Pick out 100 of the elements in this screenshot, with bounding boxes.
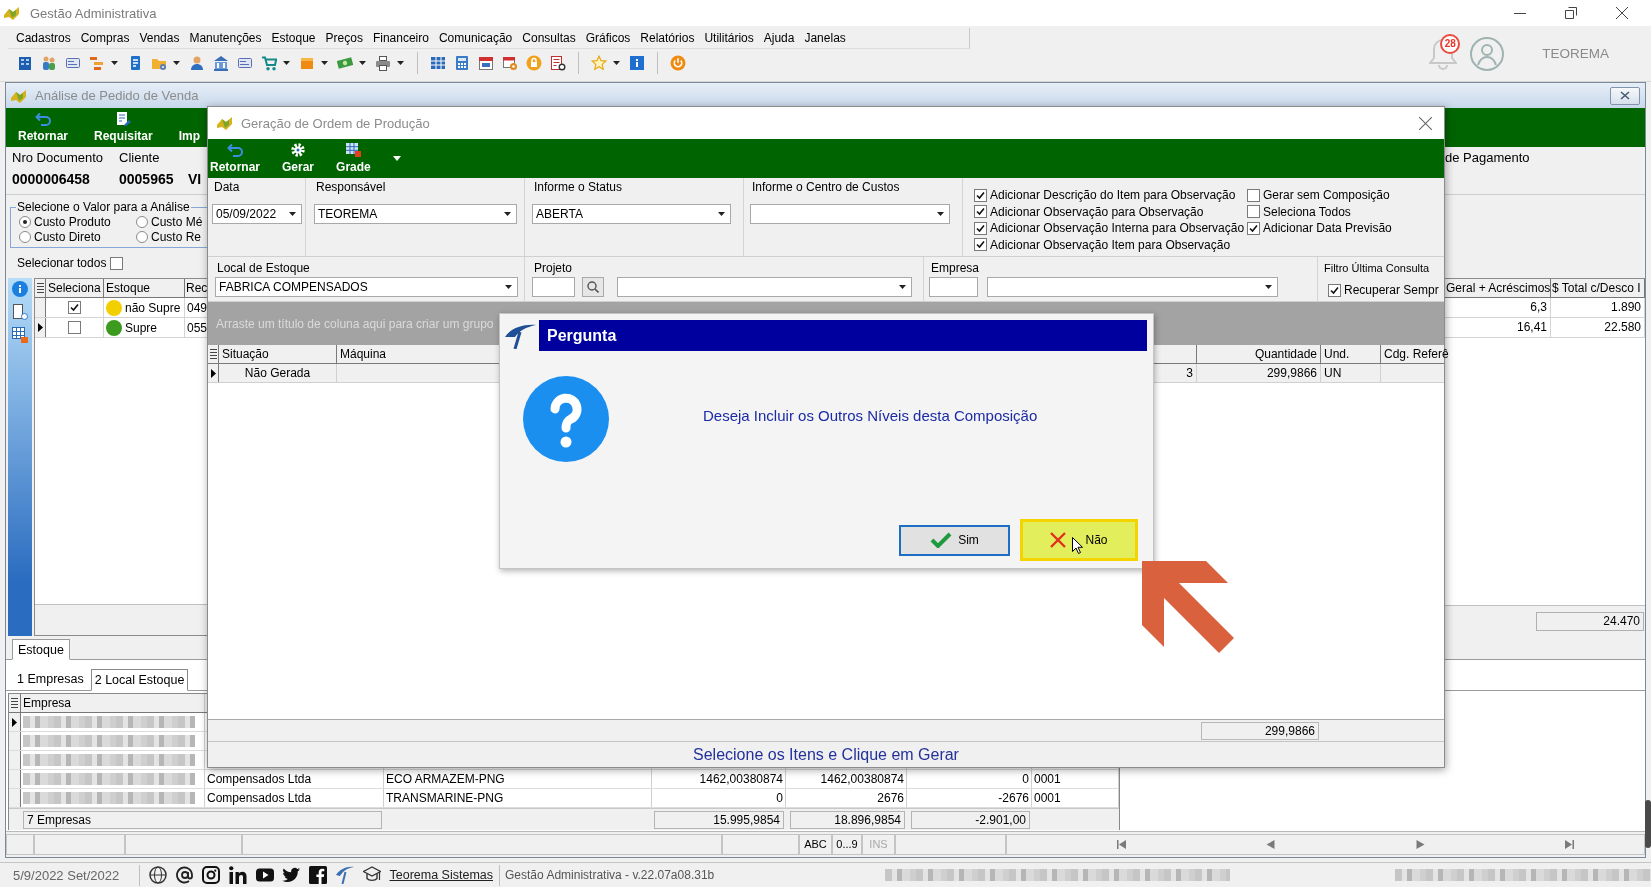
tab[interactable]: 2 Local Estoque bbox=[90, 669, 189, 691]
checkbox[interactable] bbox=[1247, 221, 1260, 235]
list-icon[interactable] bbox=[36, 283, 44, 293]
dropdown-field[interactable]: TEOREMA bbox=[314, 204, 517, 224]
caret-icon[interactable] bbox=[613, 61, 620, 65]
menu-item[interactable]: Estoque bbox=[271, 30, 316, 46]
menu-item[interactable]: Compras bbox=[80, 30, 130, 46]
dropdown-field[interactable] bbox=[987, 277, 1278, 297]
toolbar-button[interactable]: Retornar bbox=[210, 143, 260, 174]
next-icon[interactable] bbox=[1415, 840, 1425, 849]
checkbox[interactable] bbox=[110, 256, 124, 270]
info-icon[interactable] bbox=[12, 281, 28, 297]
list-icon[interactable] bbox=[209, 349, 217, 359]
facebook-icon[interactable] bbox=[309, 866, 328, 884]
checkbox[interactable] bbox=[1328, 283, 1341, 297]
toolbar-button[interactable]: Retornar bbox=[18, 112, 68, 143]
youtube-icon[interactable] bbox=[255, 866, 274, 884]
star-icon[interactable] bbox=[591, 55, 607, 71]
checkbox[interactable] bbox=[974, 221, 987, 235]
scrollbar-thumb[interactable] bbox=[1645, 800, 1651, 848]
caret-icon[interactable] bbox=[899, 285, 906, 289]
people-icon[interactable] bbox=[41, 55, 57, 71]
radio-button[interactable] bbox=[136, 230, 148, 243]
menu-item[interactable]: Relatórios bbox=[640, 30, 695, 46]
money-icon[interactable] bbox=[337, 55, 353, 71]
caret-icon[interactable] bbox=[504, 212, 511, 216]
dropdown-field[interactable]: 05/09/2022 bbox=[212, 204, 302, 224]
radio-button[interactable] bbox=[19, 230, 31, 243]
caret-icon[interactable] bbox=[289, 212, 296, 216]
bank-icon[interactable] bbox=[213, 55, 229, 71]
caret-icon[interactable] bbox=[397, 61, 404, 65]
minimize-icon[interactable] bbox=[1514, 12, 1526, 14]
card-icon[interactable] bbox=[65, 55, 81, 71]
twitter-icon[interactable] bbox=[282, 866, 301, 884]
checkbox[interactable] bbox=[1247, 205, 1260, 219]
radio-button[interactable] bbox=[136, 215, 148, 228]
printer-icon[interactable] bbox=[375, 55, 391, 71]
last-page-icon[interactable] bbox=[1564, 840, 1574, 849]
grid-icon[interactable] bbox=[430, 55, 446, 71]
dropdown-field[interactable]: FABRICA COMPENSADOS bbox=[215, 277, 518, 297]
dropdown-field[interactable] bbox=[617, 277, 912, 297]
menu-item[interactable]: Preços bbox=[325, 30, 363, 46]
menu-item[interactable]: Janelas bbox=[804, 30, 846, 46]
instagram-icon[interactable] bbox=[202, 866, 221, 884]
at-sign-icon[interactable] bbox=[175, 866, 194, 884]
menu-item[interactable]: Vendas bbox=[139, 30, 180, 46]
close-icon[interactable] bbox=[1616, 7, 1628, 19]
menu-item[interactable]: Consultas bbox=[522, 30, 576, 46]
previous-icon[interactable] bbox=[1266, 840, 1276, 849]
checkbox[interactable] bbox=[974, 205, 987, 219]
menu-item[interactable]: Manutenções bbox=[189, 30, 262, 46]
input-field[interactable] bbox=[532, 277, 575, 297]
caret-icon[interactable] bbox=[111, 61, 118, 65]
toolbar-button[interactable]: Grade bbox=[336, 143, 371, 174]
document-search-icon[interactable] bbox=[550, 55, 566, 71]
grid-icon[interactable] bbox=[12, 327, 28, 343]
caret-icon[interactable] bbox=[505, 285, 512, 289]
tab[interactable]: 1 Empresas bbox=[14, 669, 87, 691]
linkedin-icon[interactable] bbox=[229, 866, 248, 884]
menu-item[interactable]: Gráficos bbox=[585, 30, 631, 46]
toolbar-button[interactable]: Imp bbox=[178, 112, 201, 143]
document-icon[interactable] bbox=[12, 304, 28, 320]
yes-button[interactable]: Sim bbox=[899, 524, 1010, 556]
toolbar-button[interactable]: Requisitar bbox=[94, 112, 153, 143]
checkbox[interactable] bbox=[974, 238, 987, 252]
input-field[interactable] bbox=[929, 277, 978, 297]
caret-icon[interactable] bbox=[173, 61, 180, 65]
calculator-icon[interactable] bbox=[454, 55, 470, 71]
globe-icon[interactable] bbox=[149, 866, 167, 884]
dropdown-field[interactable]: ABERTA bbox=[532, 204, 731, 224]
close-button[interactable] bbox=[1610, 86, 1640, 105]
caret-icon[interactable] bbox=[359, 61, 366, 65]
caret-icon[interactable] bbox=[718, 212, 725, 216]
checkbox[interactable] bbox=[68, 301, 81, 314]
building-icon[interactable] bbox=[17, 55, 33, 71]
menu-item[interactable]: Comunicação bbox=[438, 30, 513, 46]
info-icon[interactable] bbox=[629, 55, 645, 71]
caret-icon[interactable] bbox=[392, 156, 401, 161]
caret-icon[interactable] bbox=[283, 61, 290, 65]
search-button[interactable] bbox=[582, 277, 604, 297]
checkbox[interactable] bbox=[68, 321, 81, 334]
website-link[interactable]: Teorema Sistemas bbox=[389, 868, 493, 882]
toolbar-button[interactable]: Gerar bbox=[282, 143, 315, 174]
tab[interactable]: Estoque bbox=[12, 639, 70, 660]
menu-item[interactable]: Cadastros bbox=[16, 30, 71, 46]
card-icon[interactable] bbox=[237, 55, 253, 71]
no-button[interactable]: Não bbox=[1020, 519, 1138, 561]
radio-button[interactable] bbox=[19, 215, 31, 228]
close-icon[interactable] bbox=[1419, 116, 1432, 130]
calendar-gear-icon[interactable] bbox=[502, 55, 518, 71]
caret-icon[interactable] bbox=[937, 212, 944, 216]
caret-icon[interactable] bbox=[321, 61, 328, 65]
dropdown-field[interactable] bbox=[750, 204, 950, 224]
cart-icon[interactable] bbox=[261, 55, 277, 71]
menu-item[interactable]: Financeiro bbox=[372, 30, 429, 46]
list-icon[interactable] bbox=[11, 698, 18, 708]
restore-icon[interactable] bbox=[1565, 7, 1577, 19]
person-icon[interactable] bbox=[189, 55, 205, 71]
graduation-cap-icon[interactable] bbox=[362, 866, 381, 884]
calendar-icon[interactable] bbox=[478, 55, 494, 71]
